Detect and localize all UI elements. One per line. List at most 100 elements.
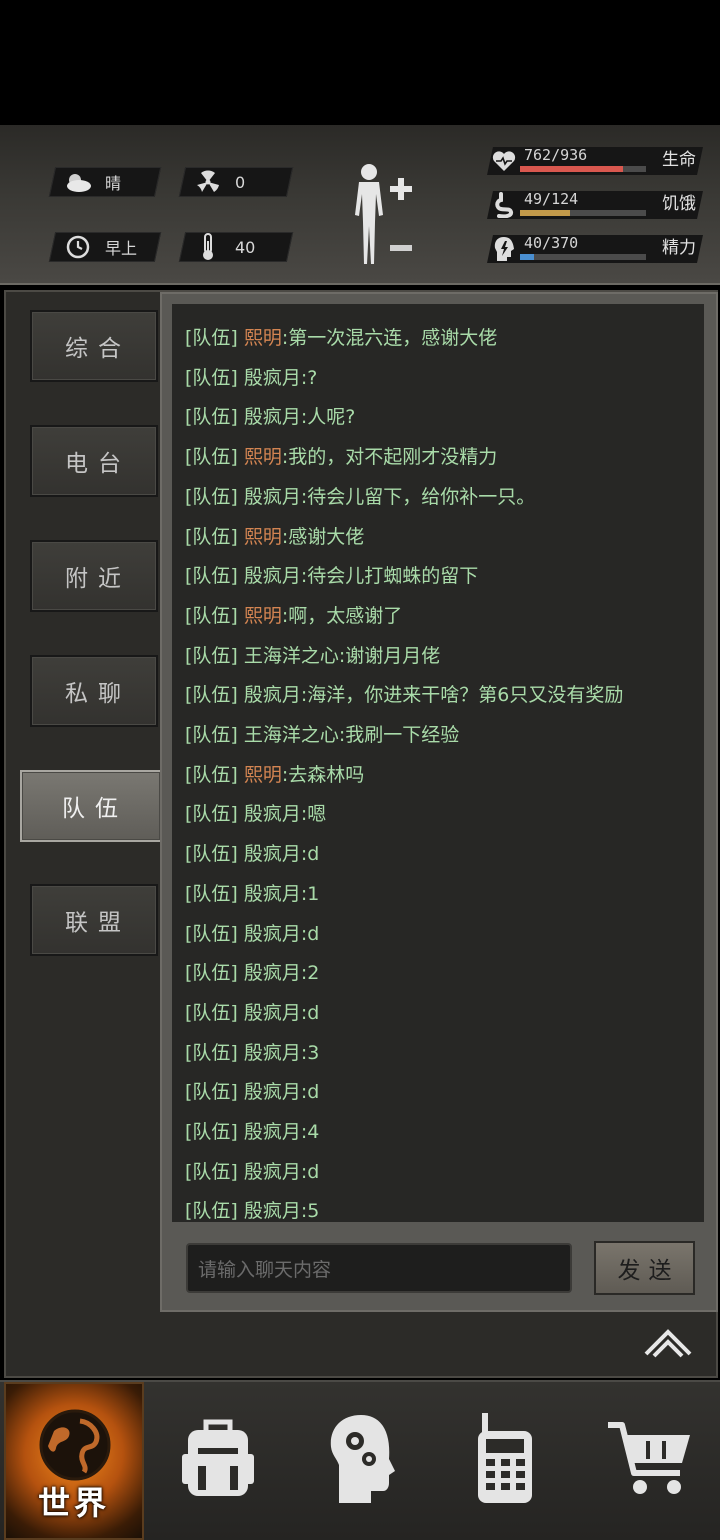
chat-text: :待会儿留下，给你补一只。 (300, 485, 536, 508)
time-value: 早上 (105, 239, 138, 258)
chat-sender[interactable]: 殷疯月 (244, 1002, 301, 1024)
bottom-nav-world-label: 世界 (37, 1484, 110, 1522)
chat-channel: [队伍] (185, 525, 238, 548)
chat-sender[interactable]: 殷疯月 (244, 1200, 301, 1222)
energy-bar (520, 254, 646, 260)
hunger-label: 饥饿 (662, 194, 696, 214)
send-button[interactable]: 发送 (594, 1241, 695, 1295)
energy-head-icon (488, 233, 520, 265)
chat-text: :3 (300, 1041, 320, 1064)
chat-channel: [队伍] (185, 724, 238, 746)
chat-channel: [队伍] (185, 1041, 238, 1064)
chat-sender[interactable]: 殷疯月 (244, 923, 301, 945)
chat-text: :d (300, 843, 320, 866)
chat-text: :人呢? (300, 406, 356, 429)
chat-message: [队伍] 王海洋之心:谢谢月月佬 (185, 641, 440, 668)
health-value: 762/936 (524, 146, 588, 164)
tab-nearby[interactable]: 附近 (30, 540, 158, 612)
temperature-chip: 40 (178, 232, 294, 262)
chat-sender[interactable]: 殷疯月 (244, 486, 301, 508)
chat-message: [队伍] 殷疯月:5 (185, 1196, 319, 1222)
tab-radio[interactable]: 电台 (30, 425, 158, 497)
chat-text: :第一次混六连，感谢大佬 (281, 327, 498, 349)
chat-text: :4 (300, 1121, 320, 1143)
chat-sender[interactable]: 熙明 (244, 327, 282, 349)
chat-text: :海洋，你进来干啥？第6只又没有奖励 (300, 684, 624, 707)
minus-icon[interactable] (390, 236, 412, 251)
chat-channel: [队伍] (185, 962, 238, 985)
radio-icon (474, 1411, 538, 1511)
bottom-nav-shop[interactable] (580, 1382, 720, 1540)
chat-sender[interactable]: 熙明 (244, 764, 282, 786)
chat-text: :2 (300, 962, 320, 985)
chat-input[interactable]: 请输入聊天内容 (186, 1243, 572, 1293)
globe-icon (36, 1406, 114, 1488)
chat-input-placeholder: 请输入聊天内容 (198, 1258, 332, 1281)
radiation-value: 0 (235, 172, 246, 192)
hunger-value: 49/124 (524, 190, 579, 208)
chat-sender[interactable]: 殷疯月 (244, 843, 301, 865)
chat-message: [队伍] 殷疯月:待会儿留下，给你补一只。 (185, 482, 535, 509)
chat-sender[interactable]: 殷疯月 (244, 803, 301, 825)
chat-message: [队伍] 殷疯月:待会儿打蜘蛛的留下 (185, 561, 478, 588)
bottom-nav-skills[interactable] (292, 1382, 432, 1540)
chat-sender[interactable]: 殷疯月 (244, 1081, 301, 1103)
chat-channel: [队伍] (185, 1001, 238, 1024)
chat-channel: [队伍] (185, 922, 238, 945)
tab-private[interactable]: 私聊 (30, 655, 158, 727)
chat-sender[interactable]: 殷疯月 (244, 883, 301, 905)
chat-message: [队伍] 熙明:啊，太感谢了 (185, 601, 402, 628)
chat-sender[interactable]: 殷疯月 (244, 367, 301, 389)
chat-channel: [队伍] (185, 843, 238, 866)
radiation-chip: 0 (178, 167, 294, 197)
bottom-nav-radio[interactable] (436, 1382, 576, 1540)
chat-sender[interactable]: 殷疯月 (244, 1161, 301, 1183)
chat-channel: [队伍] (185, 684, 238, 707)
time-chip: 早上 (48, 232, 162, 262)
chat-message: [队伍] 殷疯月:3 (185, 1038, 319, 1065)
chat-channel: [队伍] (185, 803, 238, 826)
chat-log[interactable]: [队伍] 熙明:第一次混六连，感谢大佬 [队伍] 殷疯月:? [队伍] 殷疯月:人呢… (172, 304, 704, 1222)
chat-message: [队伍] 殷疯月:? (185, 363, 317, 390)
chat-sender[interactable]: 殷疯月 (244, 406, 301, 428)
tab-alliance[interactable]: 联盟 (30, 884, 158, 956)
chat-sender[interactable]: 熙明 (244, 446, 282, 468)
chat-text: :去森林吗 (281, 763, 365, 786)
chat-message: [队伍] 殷疯月:d (185, 839, 319, 866)
chat-channel: [队伍] (185, 327, 238, 349)
chat-text: :d (300, 1160, 320, 1183)
chat-sender[interactable]: 王海洋之心 (244, 724, 339, 746)
bottom-nav-backpack[interactable] (148, 1382, 288, 1540)
chat-sender[interactable]: 殷疯月 (244, 1042, 301, 1064)
chat-message: [队伍] 熙明:感谢大佬 (185, 522, 364, 549)
tab-general[interactable]: 综合 (30, 310, 158, 382)
chat-channel: [队伍] (185, 1160, 238, 1183)
thermometer-icon (193, 233, 223, 260)
chat-channel: [队伍] (185, 882, 238, 905)
chat-channel: [队伍] (185, 565, 238, 588)
backpack-icon (178, 1416, 258, 1506)
chat-sender[interactable]: 殷疯月 (244, 684, 301, 706)
chat-text: :d (300, 922, 320, 945)
chat-sender[interactable]: 熙明 (244, 526, 282, 548)
energy-label: 精力 (662, 238, 696, 258)
brain-gears-icon (327, 1413, 397, 1509)
chat-channel: [队伍] (185, 485, 238, 508)
plus-icon[interactable] (390, 178, 412, 200)
chat-message: [队伍] 殷疯月:海洋，你进来干啥？第6只又没有奖励 (185, 680, 623, 707)
energy-stat: 40/370 精力 (480, 231, 710, 267)
chat-message: [队伍] 殷疯月:嗯 (185, 799, 326, 826)
chat-sender[interactable]: 殷疯月 (244, 1121, 301, 1143)
system-status-area (0, 0, 720, 125)
chat-message: [队伍] 殷疯月:人呢? (185, 402, 355, 429)
collapse-chevron-icon[interactable] (640, 1322, 696, 1364)
chat-sender[interactable]: 熙明 (244, 605, 282, 627)
chat-message: [队伍] 殷疯月:d (185, 1157, 319, 1184)
chat-sender[interactable]: 王海洋之心 (244, 645, 339, 667)
chat-message: [队伍] 殷疯月:d (185, 1077, 319, 1104)
chat-sender[interactable]: 殷疯月 (244, 565, 301, 587)
tab-team[interactable]: 队伍 (20, 770, 162, 842)
body-status-button[interactable] (345, 160, 425, 270)
chat-text: :啊，太感谢了 (281, 604, 403, 627)
chat-sender[interactable]: 殷疯月 (244, 962, 301, 984)
